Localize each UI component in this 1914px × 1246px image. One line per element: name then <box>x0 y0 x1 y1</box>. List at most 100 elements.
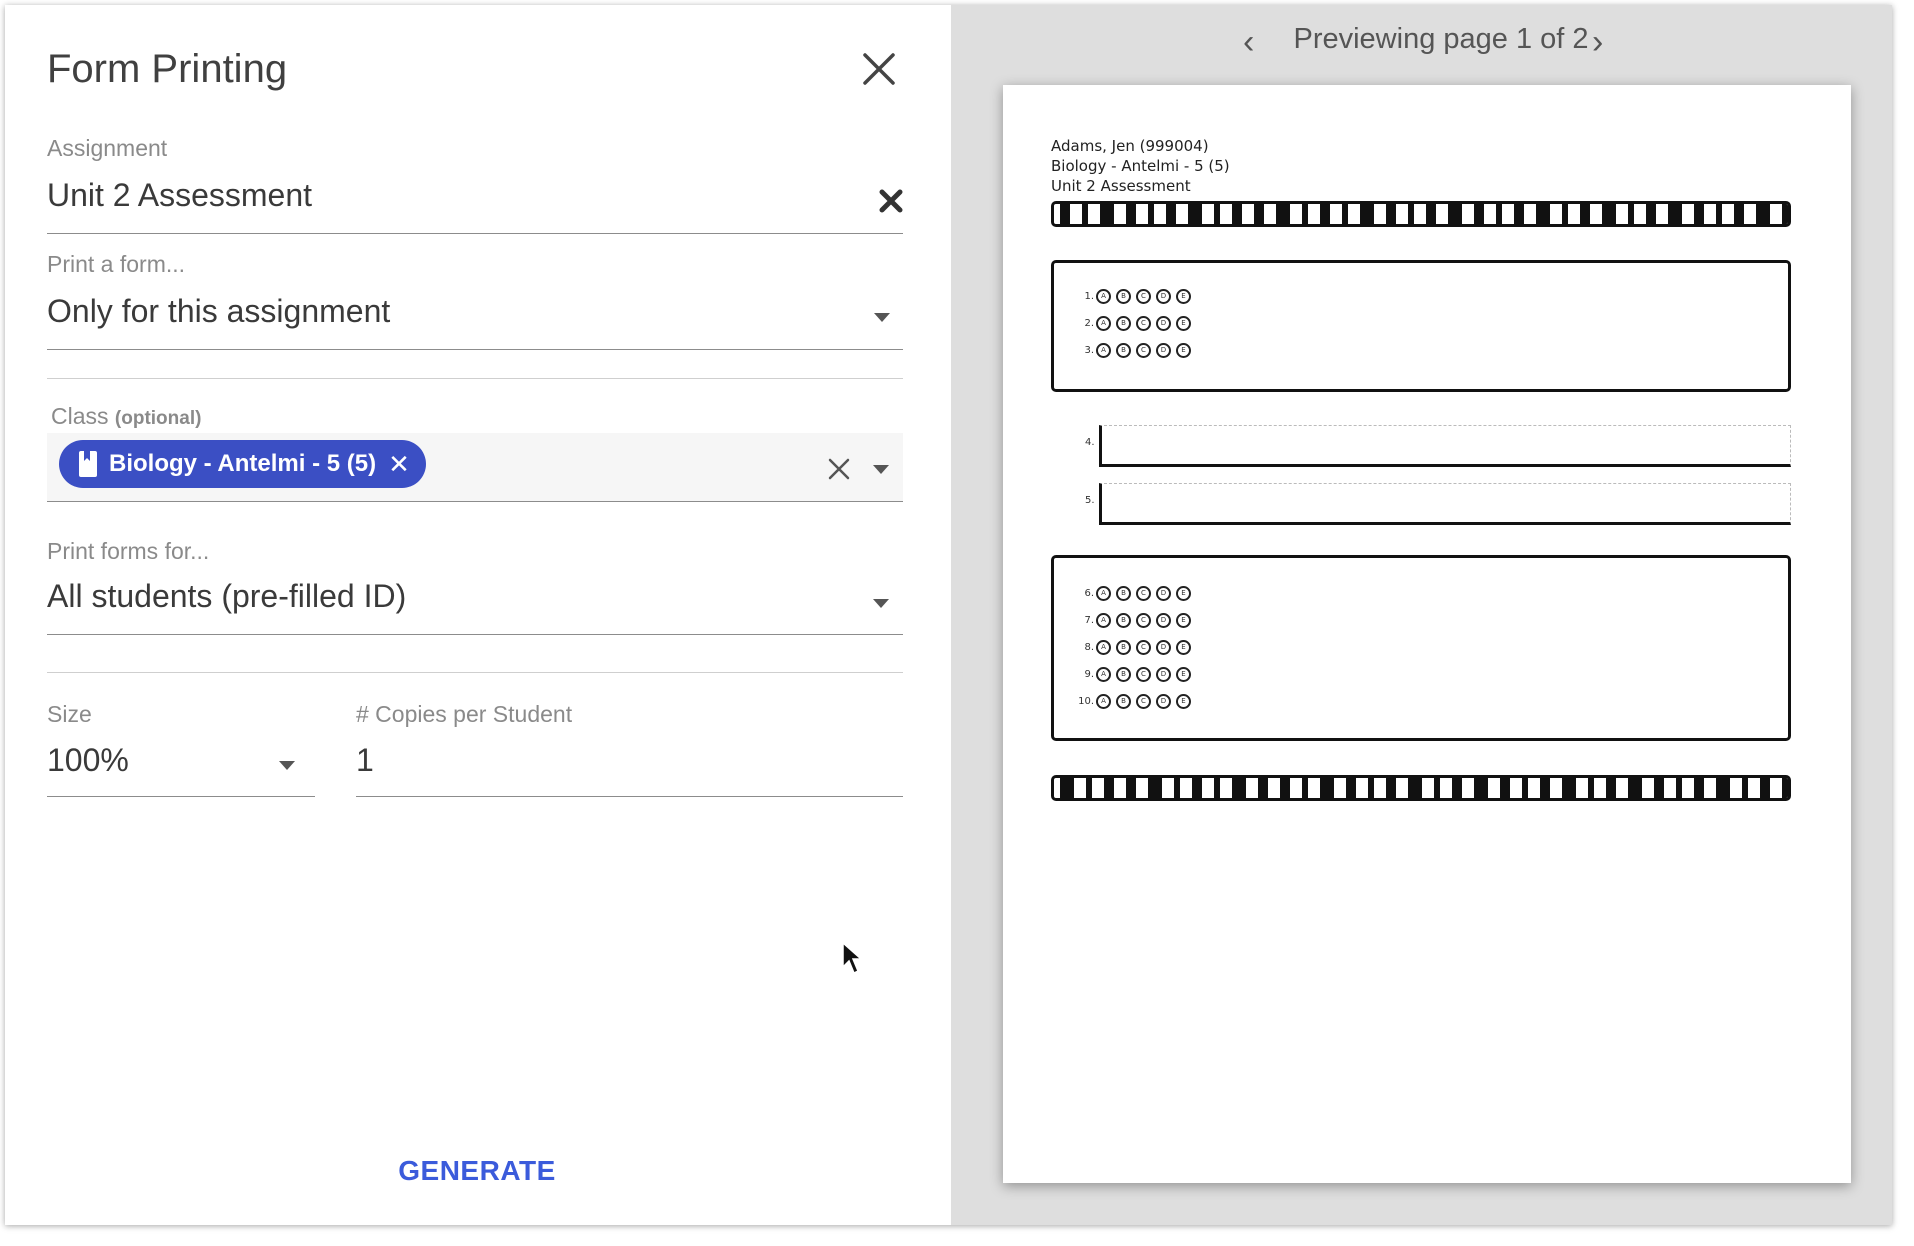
timing-mark <box>1254 204 1264 224</box>
answer-bubble: C <box>1136 640 1151 655</box>
answer-bubble: C <box>1136 289 1151 304</box>
class-label-text: Class <box>51 403 109 429</box>
timing-mark <box>1734 204 1744 224</box>
question-number: 8. <box>1084 642 1094 653</box>
question-number: 3. <box>1084 345 1094 356</box>
size-select[interactable]: 100% <box>47 742 129 779</box>
answer-bubble: A <box>1096 289 1111 304</box>
class-chip[interactable]: Biology - Antelmi - 5 (5) ✕ <box>59 440 426 488</box>
class-label: Class (optional) <box>51 403 201 430</box>
bubble-group-1: 1. A B C D E 2. A B C D E 3. A B C D E <box>1051 260 1791 392</box>
copies-label: # Copies per Student <box>356 701 573 727</box>
answer-bubble: D <box>1156 640 1171 655</box>
timing-mark <box>1676 778 1682 798</box>
timing-mark <box>1782 204 1788 224</box>
answer-bubble: A <box>1096 613 1111 628</box>
print-for-underline <box>47 634 903 635</box>
class-optional-hint: (optional) <box>114 408 202 429</box>
answer-bubble: E <box>1176 316 1191 331</box>
chevron-down-icon[interactable] <box>874 313 890 322</box>
bubble-group-2: 6. A B C D E 7. A B C D E 8. A B C D E 9. A B C D E 10. A B C D E <box>1051 555 1791 741</box>
answer-bubble: A <box>1096 343 1111 358</box>
answer-bubble: D <box>1156 613 1171 628</box>
timing-mark-strip <box>1051 775 1791 801</box>
bubble-row: 6. A B C D E <box>1076 586 1196 601</box>
timing-mark <box>1668 204 1682 224</box>
answer-bubble: D <box>1156 289 1171 304</box>
answer-bubble: C <box>1136 586 1151 601</box>
answer-bubble: E <box>1176 613 1191 628</box>
answer-bubble: B <box>1116 289 1131 304</box>
timing-mark <box>1232 778 1246 798</box>
timing-mark <box>1302 204 1308 224</box>
answer-bubble: C <box>1136 694 1151 709</box>
form-printing-dialog: Form Printing Assignment Unit 2 Assessme… <box>5 5 1892 1225</box>
timing-mark <box>1320 778 1334 798</box>
chevron-down-icon[interactable] <box>279 761 295 770</box>
timing-mark <box>1214 778 1220 798</box>
timing-mark <box>1232 204 1242 224</box>
question-number: 2. <box>1084 318 1094 329</box>
bubble-row: 3. A B C D E <box>1076 343 1196 358</box>
next-page-icon[interactable]: › <box>1592 23 1603 62</box>
question-number: 10. <box>1078 696 1094 707</box>
bubble-row: 1. A B C D E <box>1076 289 1196 304</box>
timing-mark <box>1694 204 1704 224</box>
timing-mark <box>1628 778 1642 798</box>
preview-sheet: Adams, Jen (999004) Biology - Antelmi - … <box>1003 85 1851 1183</box>
class-chip-label: Biology - Antelmi - 5 (5) <box>109 450 377 477</box>
timing-mark <box>1562 778 1576 798</box>
remove-chip-icon[interactable]: ✕ <box>388 449 410 480</box>
answer-bubble: B <box>1116 640 1131 655</box>
chevron-down-icon[interactable] <box>873 599 889 608</box>
timing-mark <box>1716 778 1730 798</box>
assignment-input[interactable]: Unit 2 Assessment <box>47 177 312 214</box>
bubble-row: 7. A B C D E <box>1076 613 1196 628</box>
timing-mark <box>1126 204 1136 224</box>
timing-mark <box>1214 204 1220 224</box>
timing-mark <box>1580 204 1590 224</box>
class-underline <box>47 501 903 502</box>
timing-mark <box>1694 778 1704 798</box>
close-icon[interactable] <box>861 51 897 87</box>
print-form-underline <box>47 349 903 350</box>
answer-bubble: D <box>1156 667 1171 682</box>
timing-mark <box>1280 778 1290 798</box>
bubble-row: 2. A B C D E <box>1076 316 1196 331</box>
clear-class-icon[interactable] <box>827 457 851 481</box>
sheet-assignment: Unit 2 Assessment <box>1051 177 1191 195</box>
timing-mark <box>1628 204 1634 224</box>
copies-input[interactable]: 1 <box>356 742 374 779</box>
timing-mark <box>1408 778 1422 798</box>
size-underline <box>47 796 315 797</box>
timing-mark <box>1654 778 1664 798</box>
chevron-down-icon[interactable] <box>873 465 889 474</box>
answer-bubble: D <box>1156 586 1171 601</box>
print-for-select[interactable]: All students (pre-filled ID) <box>47 578 406 615</box>
timing-mark <box>1166 204 1176 224</box>
timing-mark-strip <box>1051 201 1791 227</box>
timing-mark <box>1742 778 1748 798</box>
timing-mark <box>1646 204 1656 224</box>
print-form-select[interactable]: Only for this assignment <box>47 293 390 330</box>
text-question-number: 5. <box>1085 495 1095 506</box>
clear-assignment-icon[interactable] <box>879 189 903 213</box>
sheet-student: Adams, Jen (999004) <box>1051 137 1209 155</box>
timing-mark <box>1434 778 1440 798</box>
timing-mark <box>1756 204 1770 224</box>
answer-bubble: A <box>1096 667 1111 682</box>
timing-mark <box>1086 778 1092 798</box>
answer-bubble: E <box>1176 667 1191 682</box>
timing-mark <box>1500 778 1510 798</box>
timing-mark <box>1148 204 1154 224</box>
settings-panel: Form Printing Assignment Unit 2 Assessme… <box>5 5 951 1225</box>
answer-bubble: A <box>1096 586 1111 601</box>
timing-mark <box>1386 204 1396 224</box>
answer-bubble: C <box>1136 613 1151 628</box>
divider <box>47 672 903 673</box>
generate-button[interactable]: GENERATE <box>345 1155 609 1187</box>
answer-bubble: A <box>1096 694 1111 709</box>
sheet-class: Biology - Antelmi - 5 (5) <box>1051 157 1230 175</box>
answer-bubble: C <box>1136 343 1151 358</box>
timing-mark <box>1496 204 1502 224</box>
